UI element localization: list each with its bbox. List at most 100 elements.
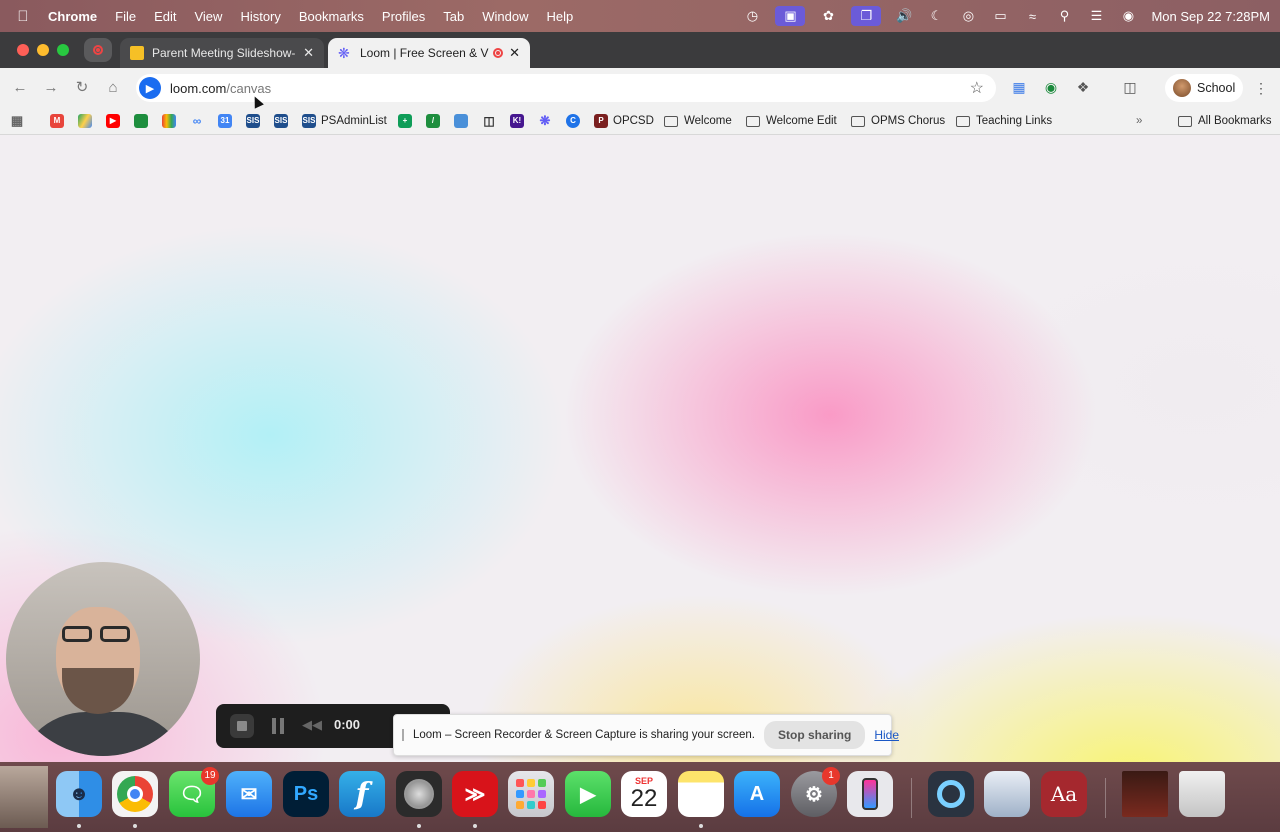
menu-window[interactable]: Window [473, 9, 537, 24]
airdrop-icon[interactable]: ◎ [959, 8, 977, 23]
pause-button[interactable] [272, 718, 284, 734]
drive-icon[interactable] [78, 112, 97, 130]
fluent-icon[interactable]: f [339, 771, 385, 817]
profile-button[interactable]: School [1165, 74, 1243, 102]
shield-icon[interactable]: ◫ [482, 112, 501, 130]
bookmark-star-icon[interactable]: ☆ [970, 78, 984, 98]
mail-icon[interactable]: ✉ [226, 771, 272, 817]
more-menu-icon[interactable]: ⋮ [1254, 80, 1268, 97]
extensions-puzzle-icon[interactable]: ❖ [1074, 78, 1092, 96]
wifi-icon[interactable]: ≈ [1023, 9, 1041, 24]
sheets-icon[interactable]: + [398, 112, 417, 130]
classroom-icon[interactable] [134, 112, 153, 130]
tab-loom[interactable]: ❋ Loom | Free Screen & Vid ✕ [328, 38, 530, 68]
url-text[interactable]: loom.com/canvas [170, 81, 271, 96]
address-bar[interactable]: ▶ loom.com/canvas ☆ [136, 74, 996, 102]
menu-tab[interactable]: Tab [434, 9, 473, 24]
bookmark-label: Teaching Links [976, 115, 1053, 127]
minimized-window-thumbnail[interactable] [0, 766, 48, 828]
iphone-mirroring-icon[interactable] [847, 771, 893, 817]
control-center-icon[interactable]: ☰ [1087, 8, 1105, 23]
menu-bookmarks[interactable]: Bookmarks [290, 9, 373, 24]
calendar-icon[interactable]: 31 [218, 112, 237, 130]
youtube-icon[interactable]: ▶ [106, 112, 125, 130]
bookmark-icon-chart[interactable] [454, 112, 473, 130]
volume-icon[interactable]: 🔊 [895, 8, 913, 23]
all-bookmarks-folder[interactable]: All Bookmarks [1178, 112, 1272, 130]
spotlight-search-icon[interactable]: ⚲ [1055, 8, 1073, 23]
stop-recording-button[interactable] [230, 714, 254, 738]
dictionary-icon[interactable]: Aa [1041, 771, 1087, 817]
gmail-icon[interactable]: M [50, 112, 69, 130]
tab-parent-meeting[interactable]: Parent Meeting Slideshow- Bu ✕ [120, 38, 324, 68]
quicktime-icon[interactable] [928, 771, 974, 817]
minimize-window-button[interactable] [37, 44, 49, 56]
loom-tray-icon[interactable]: ✿ [819, 8, 837, 23]
do-not-disturb-icon[interactable]: ☾ [927, 8, 945, 23]
chrome-icon[interactable] [112, 771, 158, 817]
bookmark-psadminlist[interactable]: SIS PSAdminList [302, 112, 387, 130]
bookmark-folder-welcome-edit[interactable]: Welcome Edit [746, 112, 837, 130]
launchpad-icon[interactable] [508, 771, 554, 817]
close-tab-icon[interactable]: ✕ [509, 45, 520, 61]
screen-share-icon[interactable]: ▣ [775, 6, 806, 26]
webcam-bubble[interactable] [6, 562, 200, 756]
siri-icon[interactable]: ◉ [1119, 8, 1137, 23]
loom-bookmark-icon[interactable]: ❋ [538, 112, 557, 130]
menu-edit[interactable]: Edit [145, 9, 185, 24]
menubar-clock[interactable]: Mon Sep 22 7:28PM [1151, 9, 1270, 24]
app-store-icon[interactable]: A [734, 771, 780, 817]
window-share-icon[interactable]: ❐ [851, 6, 882, 26]
close-window-button[interactable] [17, 44, 29, 56]
bookmark-folder-teaching-links[interactable]: Teaching Links [956, 112, 1052, 130]
sis-icon[interactable]: SIS [274, 112, 293, 130]
menu-help[interactable]: Help [538, 9, 583, 24]
dock: ☻ 🗨 19 ✉ Ps f ≫ ▶ SEP 22 A ⚙ 1 Aa [0, 762, 1280, 832]
facetime-icon[interactable]: ▶ [565, 771, 611, 817]
extension-icon[interactable]: ▦ [1010, 78, 1028, 96]
finder-icon[interactable]: ☻ [56, 771, 102, 817]
bookmark-folder-opms-chorus[interactable]: OPMS Chorus [851, 112, 945, 130]
acrobat-icon[interactable]: ≫ [452, 771, 498, 817]
battery-icon[interactable]: ▭ [991, 8, 1009, 23]
stop-sharing-button[interactable]: Stop sharing [763, 721, 866, 749]
grammarly-icon[interactable]: ◉ [1042, 78, 1060, 96]
bookmarks-overflow-icon[interactable]: » [1136, 112, 1142, 130]
calendar-icon[interactable]: SEP 22 [621, 771, 667, 817]
zoom-window-button[interactable] [57, 44, 69, 56]
apple-icon[interactable]:  [0, 8, 46, 25]
notes-icon[interactable] [678, 771, 724, 817]
close-tab-icon[interactable]: ✕ [303, 45, 314, 61]
kahoot-icon[interactable]: K! [510, 112, 529, 130]
menu-view[interactable]: View [185, 9, 231, 24]
menu-history[interactable]: History [231, 9, 289, 24]
photos-icon[interactable] [162, 112, 181, 130]
menu-profiles[interactable]: Profiles [373, 9, 434, 24]
bookmark-folder-welcome[interactable]: Welcome [664, 112, 732, 130]
sis-icon[interactable]: SIS [246, 112, 265, 130]
side-panel-icon[interactable]: ◫ [1121, 78, 1139, 96]
reload-icon[interactable]: ↻ [72, 78, 92, 98]
apps-grid-icon[interactable]: ▦ [10, 112, 29, 130]
photoshop-icon[interactable]: Ps [283, 771, 329, 817]
home-icon[interactable]: ⌂ [103, 78, 123, 98]
logic-pro-icon[interactable] [396, 771, 442, 817]
trash-icon[interactable] [1179, 771, 1225, 817]
restart-icon[interactable]: ◀◀ [302, 717, 322, 733]
bookmark-icon-green[interactable]: / [426, 112, 445, 130]
hide-banner-link[interactable]: Hide [874, 728, 899, 742]
forward-arrow-icon[interactable]: → [41, 78, 61, 98]
canva-icon[interactable]: C [566, 112, 585, 130]
drag-handle-icon[interactable] [402, 729, 404, 741]
screen-mirror-icon[interactable]: ◷ [743, 8, 761, 23]
recording-indicator-tab[interactable] [84, 38, 112, 62]
bookmark-opcsd[interactable]: P OPCSD [594, 112, 654, 130]
loom-site-icon[interactable]: ▶ [139, 77, 161, 99]
menu-file[interactable]: File [106, 9, 145, 24]
bookmark-label: PSAdminList [321, 115, 387, 127]
preview-icon[interactable] [984, 771, 1030, 817]
back-arrow-icon[interactable]: ← [10, 78, 30, 98]
link-icon[interactable]: ∞ [190, 112, 209, 130]
menu-app-chrome[interactable]: Chrome [46, 9, 106, 24]
downloads-stack-icon[interactable] [1122, 771, 1168, 817]
